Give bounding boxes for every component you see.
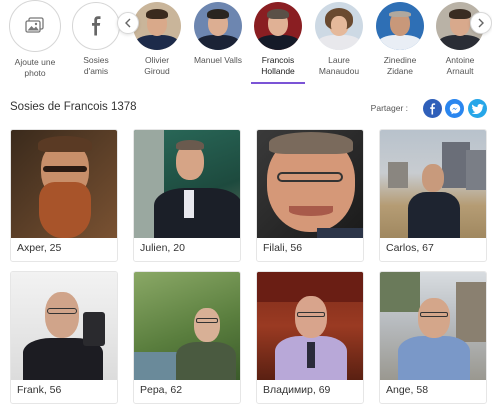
result-caption: Frank, 56 [17,384,62,396]
chevron-left-icon [125,18,131,28]
add-photo-circle[interactable] [9,0,61,52]
carousel-item-olivier-giroud[interactable]: Olivier Giroud [127,0,187,77]
result-photo[interactable] [11,130,117,238]
share-facebook-button[interactable] [423,99,442,118]
facebook-icon [430,102,436,115]
carousel-item-label: Manuel Valls [193,55,243,65]
carousel-prev-button[interactable] [117,12,139,34]
result-photo[interactable] [134,272,240,380]
result-card[interactable]: Carlos, 67 [379,129,487,262]
result-card[interactable]: Frank, 56 [10,271,118,404]
result-photo[interactable] [11,272,117,380]
result-caption: Pepa, 62 [140,384,183,396]
avatar[interactable] [376,2,424,50]
avatar[interactable] [194,2,242,50]
carousel-item-label: Laure [328,55,350,65]
result-photo[interactable] [257,272,363,380]
result-card[interactable]: Ange, 58 [379,271,487,404]
result-caption: Carlos, 67 [386,242,434,254]
twitter-icon [471,103,484,114]
carousel-item-manuel-valls[interactable]: Manuel Valls [188,0,248,66]
carousel-item-francois-hollande[interactable]: Francois Hollande [248,0,308,77]
carousel-item-laure-manaudou[interactable]: Laure Manaudou [309,0,369,77]
result-card[interactable]: Axper, 25 [10,129,118,262]
carousel-item-label: Antoine [445,55,475,65]
share-label: Partager : [370,103,408,113]
carousel-item-zinedine-zidane[interactable]: Zinedine Zidane [370,0,430,77]
result-card[interactable]: Pepa, 62 [133,271,241,404]
carousel-item-label: Zinedine [383,55,417,65]
result-photo[interactable] [134,130,240,238]
carousel-next-button[interactable] [470,12,492,34]
result-photo[interactable] [380,272,486,380]
chevron-right-icon [478,18,484,28]
image-icon [25,17,44,33]
share-twitter-button[interactable] [468,99,487,118]
add-photo-label[interactable]: Ajoute une photo [5,57,65,79]
result-card[interactable]: Владимир, 69 [256,271,364,404]
result-caption: Julien, 20 [140,242,185,254]
avatar[interactable] [254,2,302,50]
friends-lookalike-button[interactable]: Sosies d'amis [66,0,126,77]
result-caption: Axper, 25 [17,242,62,254]
facebook-icon [92,16,101,36]
avatar[interactable] [315,2,363,50]
friends-circle[interactable] [72,2,120,50]
result-caption: Ange, 58 [386,384,429,396]
messenger-icon [449,103,460,114]
result-card[interactable]: Filali, 56 [256,129,364,262]
result-photo[interactable] [380,130,486,238]
share-messenger-button[interactable] [445,99,464,118]
add-photo-button[interactable]: Ajoute une photo [5,0,65,79]
carousel-item-label: Olivier [144,55,170,65]
result-caption: Владимир, 69 [263,384,331,396]
avatar[interactable] [133,2,181,50]
active-tab-indicator [251,82,305,84]
result-photo[interactable] [257,130,363,238]
carousel-item-label: Francois [261,55,295,65]
results-title: Sosies de Francois 1378 [10,101,137,113]
result-card[interactable]: Julien, 20 [133,129,241,262]
lookalike-carousel: Ajoute une photo Sosies d'amis Olivier G… [0,0,492,86]
friends-label[interactable]: Sosies d'amis [66,55,126,77]
result-caption: Filali, 56 [263,242,303,254]
